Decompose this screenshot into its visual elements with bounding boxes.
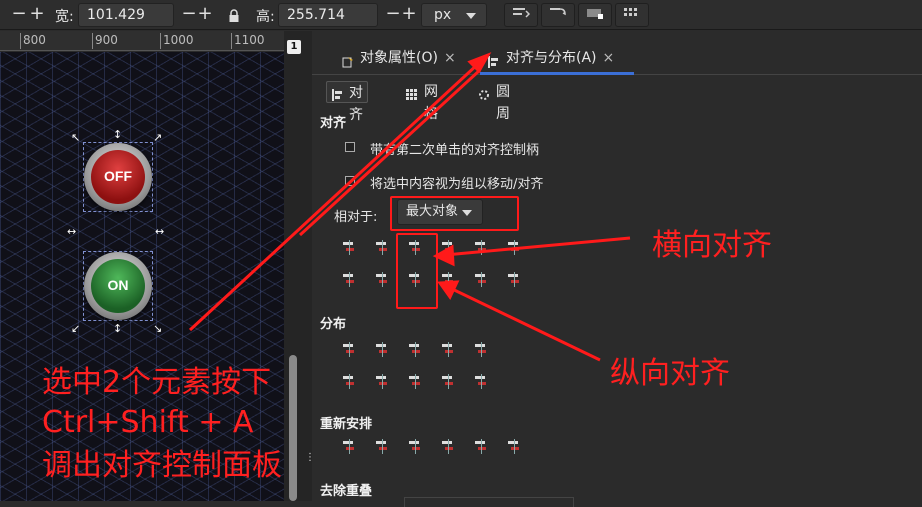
- arrow-vertical: [447, 285, 601, 362]
- annotation-horizontal-align: 横向对齐: [652, 228, 772, 263]
- annotation-instruction-2: Ctrl+Shift + A: [42, 405, 254, 440]
- annotation-instruction-1: 选中2个元素按下: [42, 365, 272, 400]
- annotation-instruction-3: 调出对齐控制面板: [42, 448, 282, 483]
- highlight-relative-select: [390, 196, 519, 231]
- highlight-align-icons: [396, 233, 438, 309]
- arrow-horizontal: [444, 236, 631, 257]
- annotation-vertical-align: 纵向对齐: [610, 356, 730, 391]
